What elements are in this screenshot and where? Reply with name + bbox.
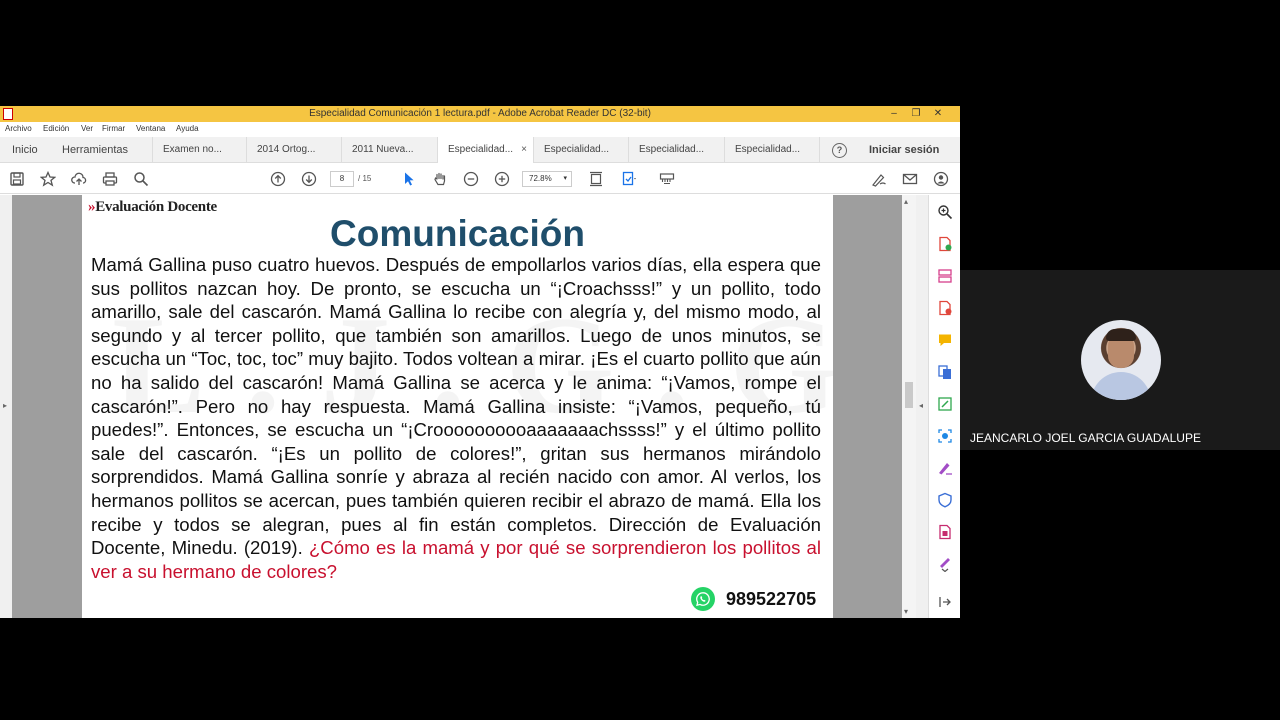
tab-label: Examen no... <box>163 144 222 155</box>
share-user-icon[interactable] <box>932 170 950 188</box>
page-view-icon[interactable] <box>620 170 638 188</box>
email-icon[interactable] <box>901 170 919 188</box>
print-icon[interactable] <box>101 170 119 188</box>
passage-body: Mamá Gallina puso cuatro huevos. Después… <box>91 254 821 559</box>
compress-pdf-icon[interactable] <box>937 524 953 540</box>
pdf-page: L.J.G.G. »Evaluación Docente Comunicació… <box>82 195 833 618</box>
export-pdf-icon[interactable] <box>937 300 953 316</box>
zoom-in-icon[interactable] <box>493 170 511 188</box>
tab-label: Especialidad... <box>735 144 801 155</box>
toolbar: 8 / 15 72.8% ▾ <box>0 163 960 194</box>
tab-document-active[interactable]: Especialidad... × <box>438 137 534 164</box>
chevron-left-icon: ◂ <box>919 401 924 410</box>
hand-tool-icon[interactable] <box>431 170 449 188</box>
fill-and-sign-icon[interactable] <box>937 460 953 476</box>
document-area[interactable]: ▸ L.J.G.G. »Evaluación Docente Comunicac… <box>0 195 928 618</box>
fit-page-icon[interactable] <box>587 170 605 188</box>
keyboard-icon[interactable] <box>658 170 676 188</box>
tab-document[interactable]: Especialidad... <box>629 137 725 163</box>
navigation-pane-toggle[interactable]: ▸ <box>0 195 12 618</box>
save-icon[interactable] <box>8 170 26 188</box>
menu-ver[interactable]: Ver <box>81 124 93 133</box>
minimize-button[interactable]: – <box>883 106 905 122</box>
whatsapp-contact: 989522705 <box>691 587 816 611</box>
vertical-scrollbar[interactable]: ▴ ▾ <box>902 195 916 618</box>
avatar-hair <box>1106 329 1136 341</box>
tab-document[interactable]: Especialidad... <box>534 137 629 163</box>
document-title: Comunicación <box>330 213 585 254</box>
more-tools-icon[interactable] <box>937 556 953 573</box>
tab-tools[interactable]: Herramientas <box>52 137 128 163</box>
tab-label: 2011 Nueva... <box>352 144 414 155</box>
title-bar: Especialidad Comunicación 1 lectura.pdf … <box>0 106 960 122</box>
video-call-stage: Especialidad Comunicación 1 lectura.pdf … <box>0 0 1280 720</box>
participant-avatar <box>1081 320 1161 400</box>
next-page-icon[interactable] <box>300 170 318 188</box>
tools-pane <box>928 195 960 618</box>
menu-firmar[interactable]: Firmar <box>102 124 125 133</box>
upload-cloud-icon[interactable] <box>70 170 88 188</box>
tab-document[interactable]: 2014 Ortog... <box>247 137 342 163</box>
tab-document[interactable]: 2011 Nueva... <box>342 137 438 163</box>
page-total: / 15 <box>358 174 372 183</box>
participant-tile: JEANCARLO JOEL GARCIA GUADALUPE <box>960 270 1280 450</box>
zoom-out-icon[interactable] <box>462 170 480 188</box>
menu-bar: Archivo Edición Ver Firmar Ventana Ayuda <box>0 122 960 137</box>
scroll-up-icon[interactable]: ▴ <box>904 197 908 206</box>
menu-archivo[interactable]: Archivo <box>5 124 32 133</box>
search-icon[interactable] <box>132 170 150 188</box>
tab-label: Especialidad... <box>448 144 514 155</box>
combine-files-icon[interactable] <box>937 364 953 380</box>
menu-ventana[interactable]: Ventana <box>136 124 165 133</box>
participant-name: JEANCARLO JOEL GARCIA GUADALUPE <box>970 431 1201 445</box>
tab-close-icon[interactable]: × <box>521 137 527 163</box>
close-window-button[interactable]: ✕ <box>927 106 949 122</box>
tab-label: 2014 Ortog... <box>257 144 316 155</box>
scan-enhance-icon[interactable] <box>937 428 953 444</box>
page-number-input[interactable]: 8 <box>330 171 354 187</box>
sign-in-button[interactable]: Iniciar sesión <box>869 137 939 163</box>
tab-document[interactable]: Examen no... <box>152 137 247 163</box>
select-cursor-icon[interactable] <box>400 170 418 188</box>
previous-page-icon[interactable] <box>269 170 287 188</box>
organize-pages-icon[interactable] <box>937 268 953 284</box>
bookmark-star-icon[interactable] <box>39 170 57 188</box>
collapse-pane-icon[interactable] <box>937 594 953 610</box>
chevron-down-icon: ▾ <box>563 175 567 182</box>
create-pdf-icon[interactable] <box>937 236 953 252</box>
zoom-level-select[interactable]: 72.8% ▾ <box>522 171 572 187</box>
tab-document[interactable]: Especialidad... <box>725 137 820 163</box>
chevron-right-icon: ▸ <box>3 401 8 410</box>
restore-button[interactable]: ❐ <box>905 106 927 122</box>
tab-label: Especialidad... <box>639 144 705 155</box>
avatar-shirt <box>1091 372 1151 400</box>
fill-sign-icon[interactable] <box>870 170 888 188</box>
scroll-down-icon[interactable]: ▾ <box>904 607 908 616</box>
zoom-level-value: 72.8% <box>529 174 552 183</box>
zoom-search-icon[interactable] <box>937 204 953 220</box>
tab-label: Especialidad... <box>544 144 610 155</box>
whatsapp-icon <box>691 587 715 611</box>
comment-icon[interactable] <box>937 332 953 348</box>
tools-pane-toggle[interactable]: ◂ <box>916 195 928 618</box>
scrollbar-thumb[interactable] <box>905 382 913 408</box>
acrobat-window: Especialidad Comunicación 1 lectura.pdf … <box>0 106 960 618</box>
menu-edicion[interactable]: Edición <box>43 124 69 133</box>
window-title: Especialidad Comunicación 1 lectura.pdf … <box>309 108 651 119</box>
tab-home[interactable]: Inicio <box>2 137 38 163</box>
tab-bar: Inicio Herramientas Examen no... 2014 Or… <box>0 137 960 164</box>
phone-number: 989522705 <box>726 588 817 609</box>
menu-ayuda[interactable]: Ayuda <box>176 124 199 133</box>
help-icon[interactable]: ? <box>832 143 847 158</box>
edit-pdf-icon[interactable] <box>937 396 953 412</box>
reading-passage: Mamá Gallina puso cuatro huevos. Después… <box>91 253 821 583</box>
protect-shield-icon[interactable] <box>937 492 953 508</box>
